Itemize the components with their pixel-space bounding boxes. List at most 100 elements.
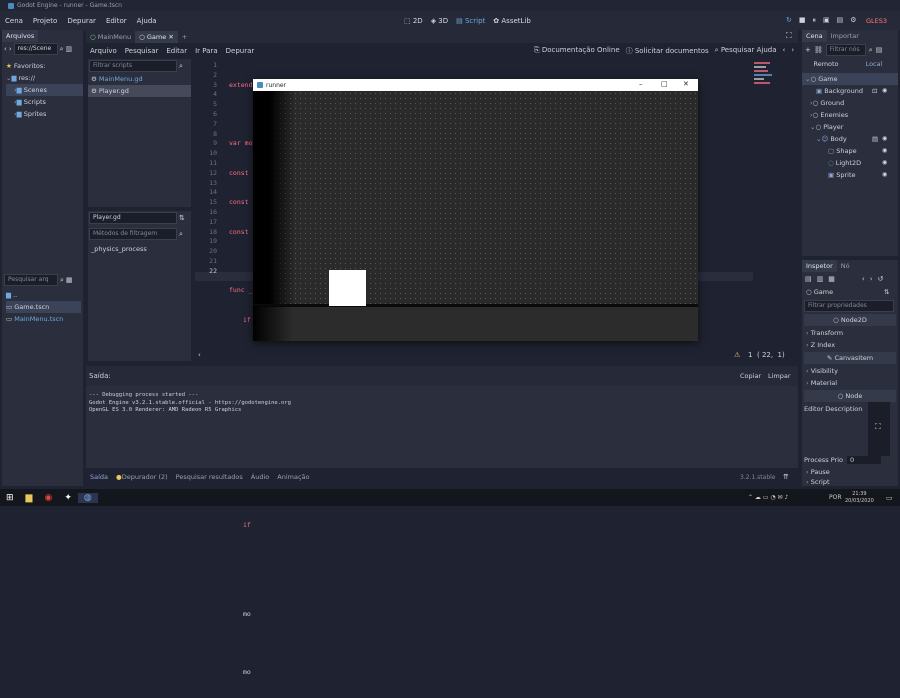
add-scene-icon[interactable]: +	[178, 31, 191, 43]
script-menu-editar[interactable]: Editar	[162, 47, 191, 55]
visibility-eye-icon[interactable]: ◉	[882, 133, 887, 145]
tab-arquivos[interactable]: Arquivos	[2, 30, 39, 42]
folder-scenes[interactable]: ›▆ Scenes	[6, 84, 83, 96]
copy-button[interactable]: Copiar	[740, 372, 761, 380]
node-game[interactable]: ⌄○ Game	[802, 73, 898, 85]
pause-icon[interactable]: ⏸	[813, 16, 817, 25]
collapse-panel-icon[interactable]: ‹	[195, 351, 201, 359]
node-background[interactable]: ▣ Background ⊡ ◉	[802, 85, 898, 97]
reload-icon[interactable]: ↻	[786, 16, 792, 25]
maximize-icon[interactable]: □	[661, 80, 668, 88]
script-menu-arquivo[interactable]: Arquivo	[86, 47, 121, 55]
bottom-tab-depurador[interactable]: ●Depurador (2)	[112, 471, 172, 483]
node-player[interactable]: ⌄○ Player	[802, 121, 898, 133]
search-help-button[interactable]: ⌕ Pesquisar Ajuda	[715, 46, 777, 56]
history-icon[interactable]: ↺	[878, 275, 884, 283]
new-resource-icon[interactable]: ▤	[805, 275, 812, 283]
root-item[interactable]: ⌄▆ res://	[6, 72, 83, 84]
link-icon[interactable]: ⛓	[814, 46, 823, 54]
online-docs-button[interactable]: ⎘ Documentação Online	[534, 46, 620, 56]
path-field[interactable]: res://Scene	[13, 43, 58, 55]
node-enemies[interactable]: ›○ Enemies	[802, 109, 898, 121]
sort-icon[interactable]: ⇅	[179, 214, 185, 222]
section-transform[interactable]: › Transform	[802, 327, 898, 339]
forward-icon[interactable]: ›	[791, 46, 794, 56]
description-field[interactable]: ⛶	[868, 402, 890, 456]
menu-ajuda[interactable]: Ajuda	[132, 17, 162, 25]
play-custom-icon[interactable]: ▤	[837, 16, 844, 25]
play-scene-icon[interactable]: ▣	[823, 16, 830, 25]
section-zindex[interactable]: › Z Index	[802, 339, 898, 351]
notifications-icon[interactable]: ▭	[886, 494, 893, 502]
scene-tab-game[interactable]: ○ Game ✕	[135, 30, 178, 43]
renderer-badge[interactable]: GLES3	[866, 17, 887, 25]
file-item[interactable]: ▭ Game.tscn	[6, 301, 81, 313]
gear-icon[interactable]: ⚙	[850, 16, 856, 25]
app-icon[interactable]: ✦	[58, 493, 78, 503]
game-window[interactable]: runner – □ ✕	[253, 79, 698, 341]
remote-tab[interactable]: Remoto	[802, 60, 850, 68]
favorites-item[interactable]: ★ Favoritos:	[6, 60, 83, 72]
script-menu-irpara[interactable]: Ir Para	[191, 47, 222, 55]
script-item[interactable]: ⚙ MainMenu.gd	[88, 73, 191, 85]
script-filter-input[interactable]: Filtrar scripts	[89, 60, 177, 72]
pin-icon[interactable]: ⇈	[783, 473, 789, 481]
clear-button[interactable]: Limpar	[768, 372, 791, 380]
split-icon[interactable]: ▥	[66, 45, 73, 53]
section-visibility[interactable]: › Visibility	[802, 365, 898, 377]
warning-icon[interactable]: ⚠	[734, 351, 740, 359]
close-icon[interactable]: ✕	[168, 33, 173, 41]
folder-scripts[interactable]: ›▆ Scripts	[6, 96, 83, 108]
game-viewport[interactable]	[253, 91, 698, 341]
script-menu-depurar[interactable]: Depurar	[222, 47, 259, 55]
methods-filter-input[interactable]: Métodos de filtragem	[89, 228, 177, 240]
save-icon[interactable]: ▦	[828, 275, 835, 283]
workspace-3d-button[interactable]: ◈ 3D	[427, 17, 452, 25]
script-icon[interactable]: ▤	[876, 46, 883, 54]
distraction-free-icon[interactable]: ⛶	[786, 31, 792, 41]
back-icon[interactable]: ‹	[4, 45, 7, 53]
stop-icon[interactable]: ■	[799, 16, 806, 25]
method-item[interactable]: _physics_process	[88, 243, 191, 255]
godot-taskbar-icon[interactable]: ◍	[77, 492, 98, 503]
load-icon[interactable]: ▥	[817, 275, 824, 283]
bottom-tab-saida[interactable]: Saída	[86, 471, 112, 483]
script-menu-pesquisar[interactable]: Pesquisar	[121, 47, 163, 55]
tab-inspetor[interactable]: Inspetor	[802, 260, 837, 272]
node-ground[interactable]: ›○ Ground	[802, 97, 898, 109]
minimize-icon[interactable]: –	[639, 80, 643, 88]
folder-sprites[interactable]: ›▆ Sprites	[6, 108, 83, 120]
file-search-input[interactable]: Pesquisar arq	[4, 274, 58, 286]
section-script[interactable]: › Script	[802, 476, 830, 486]
script-item[interactable]: ⚙ Player.gd	[88, 85, 191, 97]
chrome-icon[interactable]: ◉	[38, 493, 58, 503]
language-indicator[interactable]: POR	[829, 494, 842, 501]
node-shape[interactable]: ▢ Shape ◉	[802, 145, 898, 157]
node-sprite[interactable]: ▣ Sprite ◉	[802, 169, 898, 181]
section-material[interactable]: › Material	[802, 377, 898, 389]
file-item[interactable]: ▭ MainMenu.tscn	[6, 313, 81, 325]
bottom-tab-animacao[interactable]: Animação	[273, 471, 313, 483]
node-light2d[interactable]: ◌ Light2D ◉	[802, 157, 898, 169]
scene-tab-mainmenu[interactable]: ○ MainMenu	[86, 31, 135, 43]
tab-importar[interactable]: Importar	[827, 30, 863, 42]
close-icon[interactable]: ✕	[683, 80, 689, 88]
grid-view-icon[interactable]: ▦	[66, 276, 73, 284]
menu-projeto[interactable]: Projeto	[28, 17, 62, 25]
node-filter-input[interactable]: Filtrar nós	[825, 44, 866, 56]
workspace-2d-button[interactable]: ⬚ 2D	[400, 17, 427, 25]
local-tab[interactable]: Local	[850, 60, 898, 68]
visibility-eye-icon[interactable]: ◉	[882, 169, 887, 181]
bottom-tab-audio[interactable]: Áudio	[247, 471, 273, 483]
workspace-assetlib-button[interactable]: ✿ AssetLib	[489, 17, 535, 25]
tab-no[interactable]: Nó	[837, 260, 854, 272]
file-item[interactable]: ▆ ..	[6, 289, 81, 301]
search-icon[interactable]: ⌕	[60, 45, 64, 54]
search-icon[interactable]: ⌕	[869, 46, 873, 55]
windows-start-icon[interactable]: ⊞	[0, 493, 20, 503]
forward-icon[interactable]: ›	[870, 275, 873, 283]
expand-icon[interactable]: ⛶	[875, 422, 881, 432]
bottom-tab-search-results[interactable]: Pesquisar resultados	[172, 471, 247, 483]
visibility-eye-icon[interactable]: ◉	[882, 85, 887, 97]
script-icon[interactable]: ▤	[872, 133, 878, 145]
